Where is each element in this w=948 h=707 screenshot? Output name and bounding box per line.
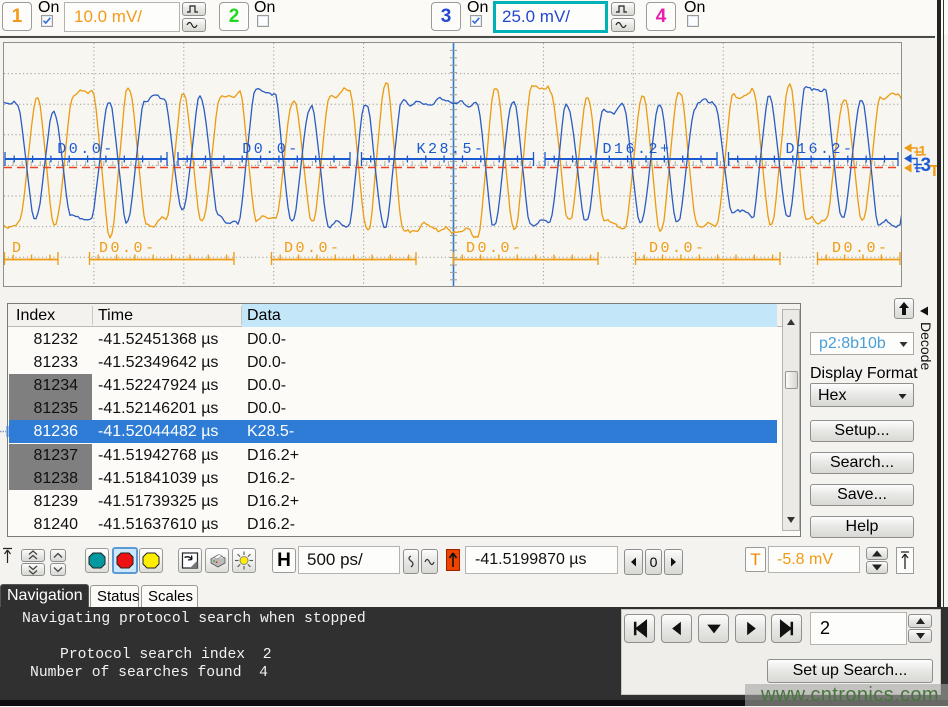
- svg-text:K28.5-: K28.5-: [416, 141, 485, 158]
- svg-text:D0.0-: D0.0-: [466, 240, 524, 257]
- svg-text:D16.2+: D16.2+: [602, 141, 671, 158]
- svg-text:D0.0-: D0.0-: [99, 240, 157, 257]
- svg-text:D0.0-: D0.0-: [57, 141, 115, 158]
- svg-text:D0.0-: D0.0-: [242, 141, 300, 158]
- svg-text:D: D: [12, 240, 24, 257]
- svg-text:D0.0-: D0.0-: [284, 240, 342, 257]
- svg-text:D16.2-: D16.2-: [785, 141, 854, 158]
- svg-text:D0.0-: D0.0-: [649, 240, 707, 257]
- svg-text:D0.0-: D0.0-: [832, 240, 890, 257]
